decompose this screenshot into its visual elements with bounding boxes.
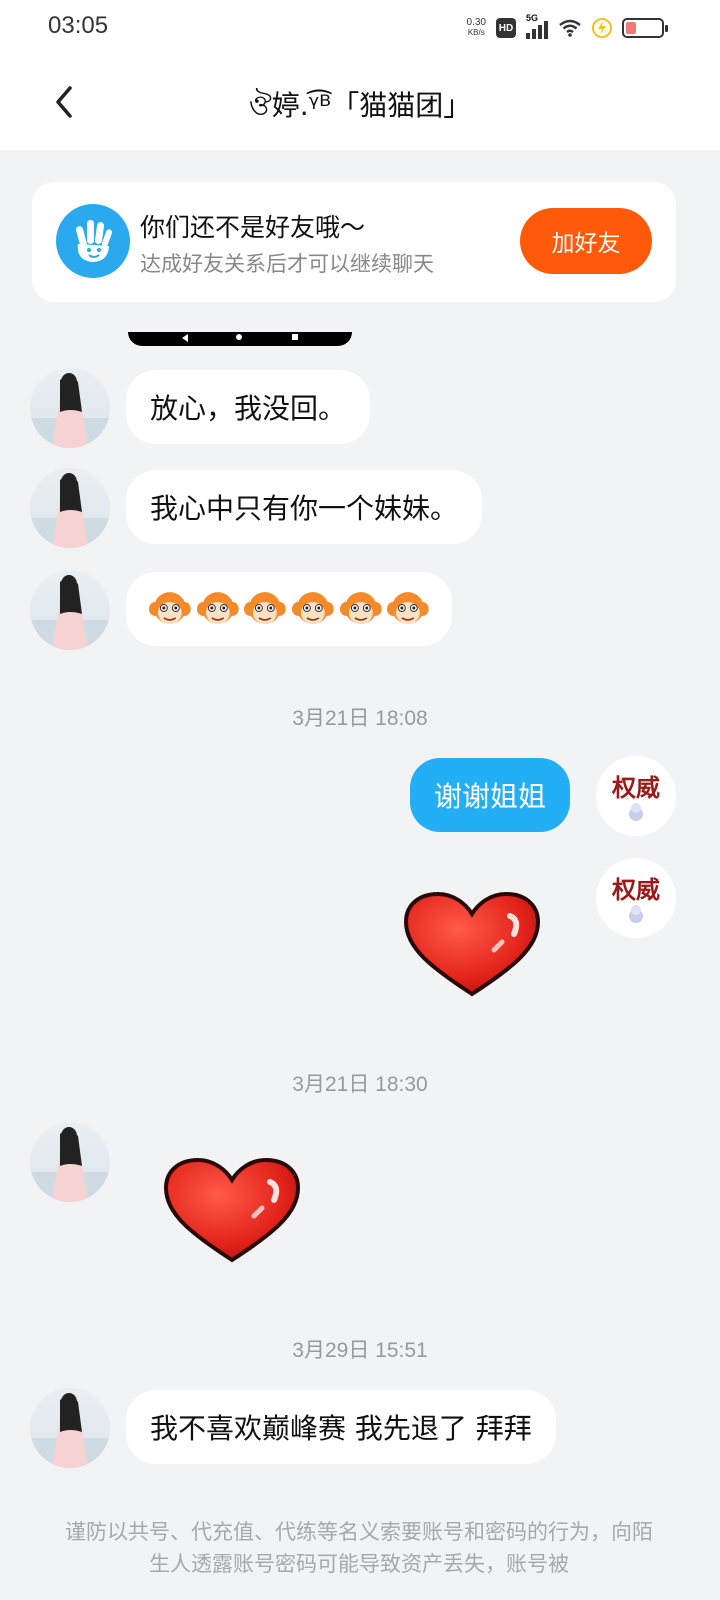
signal-icon: 5G: [526, 13, 548, 39]
contact-avatar[interactable]: [30, 1388, 110, 1468]
my-message-bubble[interactable]: 谢谢姐姐: [410, 758, 571, 832]
monkey-emoji-icon: [339, 589, 383, 629]
hd-icon: HD: [496, 18, 516, 38]
chat-header: ঔ婷.ᵞ͡ᴮ「猫猫团」: [0, 56, 720, 150]
contact-avatar[interactable]: [30, 1122, 110, 1202]
my-avatar-text: 权威: [612, 875, 660, 904]
contact-avatar[interactable]: [30, 368, 110, 448]
message-bubble[interactable]: 我心中只有你一个妹妹。: [126, 470, 483, 544]
notice-subtitle: 达成好友关系后才可以继续聊天: [140, 252, 434, 276]
charging-icon: [592, 18, 612, 38]
signal-label: 5G: [526, 13, 539, 23]
home-nav-icon: [236, 334, 242, 340]
wifi-icon: [559, 19, 581, 37]
friend-notice-card: 你们还不是好友哦～ 达成好友关系后才可以继续聊天 加好友: [32, 182, 676, 302]
status-time: 03:05: [48, 12, 109, 39]
net-speed-value: 0.30: [466, 17, 486, 28]
battery-icon: [622, 18, 668, 38]
message-bubble[interactable]: 我不喜欢巅峰赛 我先退了 拜拜: [126, 1390, 556, 1464]
monkey-emoji-icon: [386, 589, 430, 629]
my-avatar[interactable]: 权威: [596, 756, 676, 836]
red-heart-sticker[interactable]: [162, 1156, 302, 1266]
red-heart-sticker[interactable]: [402, 890, 542, 1000]
message-bubble[interactable]: 放心，我没回。: [126, 370, 371, 444]
emoji-message-bubble[interactable]: [126, 572, 452, 646]
contact-avatar[interactable]: [30, 570, 110, 650]
my-avatar[interactable]: 权威: [596, 858, 676, 938]
net-speed: 0.30 KB/s: [467, 18, 486, 38]
add-friend-button[interactable]: 加好友: [520, 208, 652, 274]
monkey-emoji-icon: [148, 589, 192, 629]
media-control-bar[interactable]: [128, 332, 352, 346]
status-bar: 03:05 0.30 KB/s HD 5G: [0, 0, 720, 56]
monkey-emoji-icon: [196, 589, 240, 629]
monkey-emoji-icon: [291, 589, 335, 629]
chat-title[interactable]: ঔ婷.ᵞ͡ᴮ「猫猫团」: [0, 84, 720, 131]
security-warning: 谨防以共号、代充值、代练等名义索要账号和密码的行为，向陌生人透露账号密码可能导致…: [65, 1520, 653, 1576]
contact-avatar[interactable]: [30, 468, 110, 548]
message-timestamp: 3月21日 18:08: [292, 707, 428, 730]
notice-title: 你们还不是好友哦～: [140, 213, 366, 242]
message-timestamp: 3月21日 18:30: [292, 1073, 428, 1096]
monkey-emoji-icon: [243, 589, 287, 629]
net-speed-unit: KB/s: [467, 28, 485, 37]
message-timestamp: 3月29日 15:51: [292, 1339, 428, 1362]
recent-nav-icon: [292, 334, 298, 340]
my-avatar-text: 权威: [612, 773, 660, 802]
waving-hand-icon: [56, 204, 130, 278]
status-icons: 0.30 KB/s HD 5G: [467, 13, 668, 42]
back-nav-icon: [182, 334, 188, 342]
